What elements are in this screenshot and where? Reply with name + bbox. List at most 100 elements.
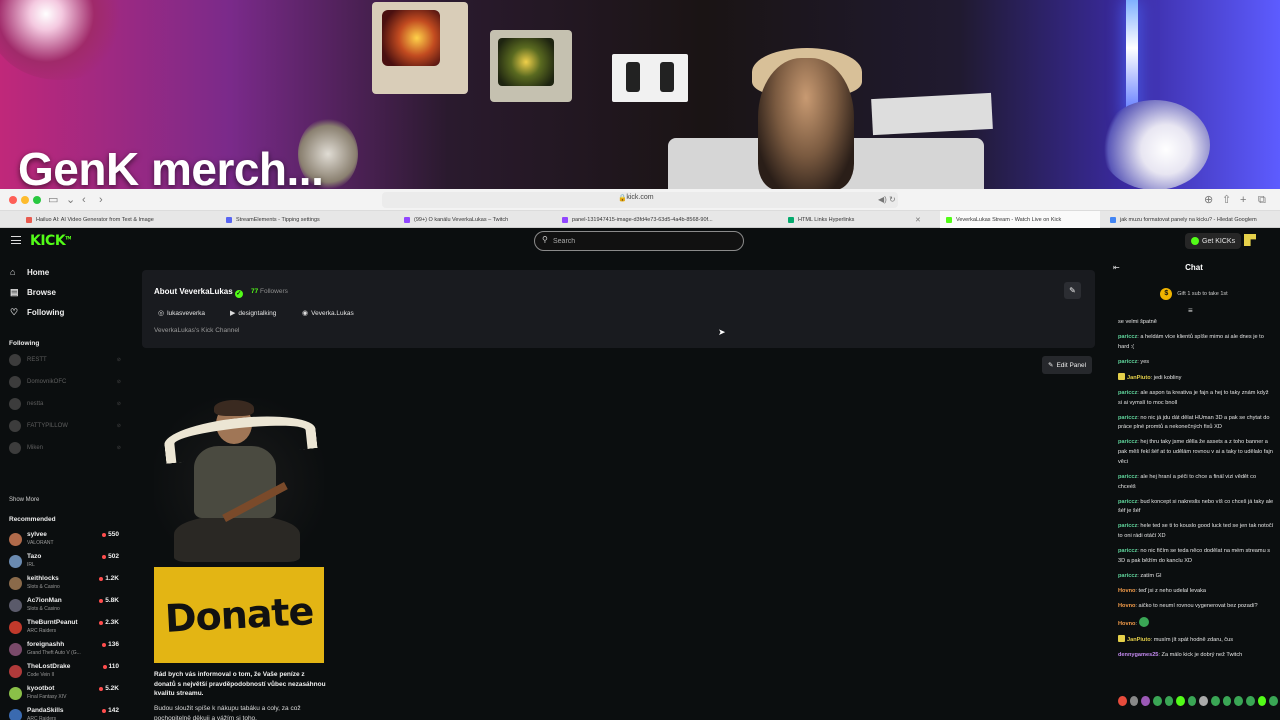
menu-icon[interactable] [11,236,21,244]
browser-tab[interactable]: Hailuo AI: AI Video Generator from Text … [20,211,210,228]
following-channel[interactable]: Miken ⊘ [9,442,121,454]
chat-username[interactable]: pariccz [1118,523,1137,529]
emote-icon[interactable] [1246,696,1255,706]
kicks-wallet-icon[interactable] [1244,234,1256,246]
close-icon[interactable]: ✕ [915,216,921,224]
edit-panel-button[interactable]: ✎ Edit Panel [1042,356,1093,374]
search-box[interactable]: ⚲ [534,231,744,251]
filter-icon[interactable]: ≡ [1188,306,1193,315]
chat-username[interactable]: pariccz [1118,499,1137,505]
emote-icon[interactable] [1164,696,1174,706]
heart-icon: ♡ [10,307,19,317]
emote-icon[interactable] [1257,696,1267,706]
donate-banner[interactable]: Donate [154,567,324,663]
search-input[interactable] [553,235,733,247]
chat-username[interactable]: Hovno [1118,621,1135,627]
sidebar-item-following[interactable]: ♡ Following [10,307,64,318]
share-icon[interactable]: ⇧ [1222,193,1231,207]
chat-username[interactable]: JanPiuto [1127,637,1151,643]
chat-username[interactable]: pariccz [1118,548,1137,554]
emote-icon[interactable] [1187,696,1197,706]
address-bar[interactable]: 🔒 kick.com [382,192,898,208]
emote-icon[interactable] [1141,696,1150,706]
emote-icon[interactable] [1118,696,1127,706]
avatar [9,533,22,546]
sidebar-toggle-icon[interactable]: ▭ [48,193,58,207]
favicon-icon [404,216,410,223]
chat-username[interactable]: Hovno [1118,588,1135,594]
discord-icon: ◉ [302,310,309,317]
chat-username[interactable]: pariccz [1118,415,1137,421]
following-channel[interactable]: RESTT ⊘ [9,354,121,366]
chat-username[interactable]: pariccz [1118,359,1137,365]
recommended-channel[interactable]: kyootbot Final Fantasy XIV 5.2K [9,684,121,702]
minimize-window-button[interactable] [21,196,29,204]
viewer-count: 5.8K [99,597,119,604]
chevron-down-icon[interactable]: ⌄ [66,193,75,207]
chat-username[interactable]: pariccz [1118,474,1137,480]
emote-icon[interactable] [1176,696,1185,706]
back-icon[interactable]: ‹ [82,193,86,207]
recommended-channel[interactable]: foreignashh Grand Theft Auto V (G... 136 [9,640,121,658]
live-dot-icon [102,532,107,537]
browser-tab[interactable]: VeverkaLukas Stream - Watch Live on Kick [940,211,1100,228]
browser-tab[interactable]: (99+) O kanálu VeverkaLukas – Twitch [398,211,548,228]
browser-tab[interactable]: HTML Links Hyperlinks [782,211,902,228]
sidebar-item-browse[interactable]: ▤ Browse [10,288,56,298]
chat-username[interactable]: pariccz [1118,390,1137,396]
kick-logo[interactable]: KICKTM [30,233,71,249]
reload-icon[interactable]: ↻ [889,193,896,207]
recommended-channel[interactable]: TheLostDrake Code Vein II 110 [9,662,121,680]
get-kicks-button[interactable]: Get KICKs [1185,233,1242,249]
tab-overview-icon[interactable]: ⧉ [1258,193,1266,207]
maximize-window-button[interactable] [33,196,41,204]
social-link-discord[interactable]: ◉ Veverka.Lukas [302,309,354,318]
emote-icon[interactable] [1211,696,1220,706]
chat-username[interactable]: pariccz [1118,439,1137,445]
social-link-instagram[interactable]: ◎ lukasveverka [158,309,205,318]
recommended-channel[interactable]: Ac7ionMan Slots & Casino 5.8K [9,596,121,614]
recommended-channel[interactable]: keithlocks Slots & Casino 1.2K [9,574,121,592]
browser-tab[interactable]: StreamElements - Tipping settings [220,211,390,228]
overlay-title: GenK merch... [18,143,324,190]
recommended-channel[interactable]: TheBurntPeanut ARC Raiders 2.3K [9,618,121,636]
viewer-count: 2.3K [99,619,119,626]
emote-icon[interactable] [1222,696,1232,706]
emote-icon[interactable] [1152,696,1162,706]
chat-username[interactable]: pariccz [1118,573,1137,579]
emote-icon[interactable] [1199,696,1209,706]
following-channel[interactable]: FATTYPILLOW ⊘ [9,420,121,432]
emote-icon[interactable] [1269,696,1278,706]
chat-text: ale aspon ta kreativa je fajn a hej to t… [1118,389,1269,406]
close-window-button[interactable] [9,196,17,204]
recommended-channel[interactable]: Tazo IRL 502 [9,552,121,570]
emote-icon[interactable] [1129,696,1139,706]
donate-text: Donate [163,589,315,641]
following-channel[interactable]: DomovnikOFC ⊘ [9,376,121,388]
show-more-link[interactable]: Show More [9,497,39,503]
chat-messages: se velmi špatně pariccz: a heldám více kl… [1118,318,1274,666]
gift-sub-bar[interactable]: $ Gift 1 sub to take 1st [1108,285,1280,303]
social-link-youtube[interactable]: ▶ designtalking [230,309,276,318]
chat-username[interactable]: pariccz [1118,334,1137,340]
chat-username[interactable]: Hovno [1118,603,1135,609]
panel-image[interactable] [154,398,324,568]
chat-text: yes [1140,358,1150,365]
new-tab-icon[interactable]: + [1240,193,1246,207]
download-icon[interactable]: ⊕ [1204,193,1213,207]
forward-icon[interactable]: › [99,193,103,207]
chat-username[interactable]: JanPiuto [1127,375,1151,381]
sidebar-item-home[interactable]: ⌂ Home [10,268,49,278]
pencil-icon: ✎ [1069,286,1076,295]
browser-tab[interactable]: panel-131947415-image-d3fd4e73-63d5-4a4b… [556,211,776,228]
edit-about-button[interactable]: ✎ [1064,282,1081,299]
channel-name: Ac7ionMan [27,597,62,604]
following-channel[interactable]: nestta ⊘ [9,398,121,410]
emote-icon[interactable] [1234,696,1244,706]
channel-name: Miken [27,445,44,451]
chat-username[interactable]: dennygames25 [1118,652,1158,658]
speaker-icon[interactable]: ◀) [878,193,887,207]
recommended-channel[interactable]: PandaSkills ARC Raiders 142 [9,706,121,720]
browser-tab[interactable]: jak muzu formatovat panely na kicku? - H… [1104,211,1280,228]
recommended-channel[interactable]: sylvee VALORANT 550 [9,530,121,548]
